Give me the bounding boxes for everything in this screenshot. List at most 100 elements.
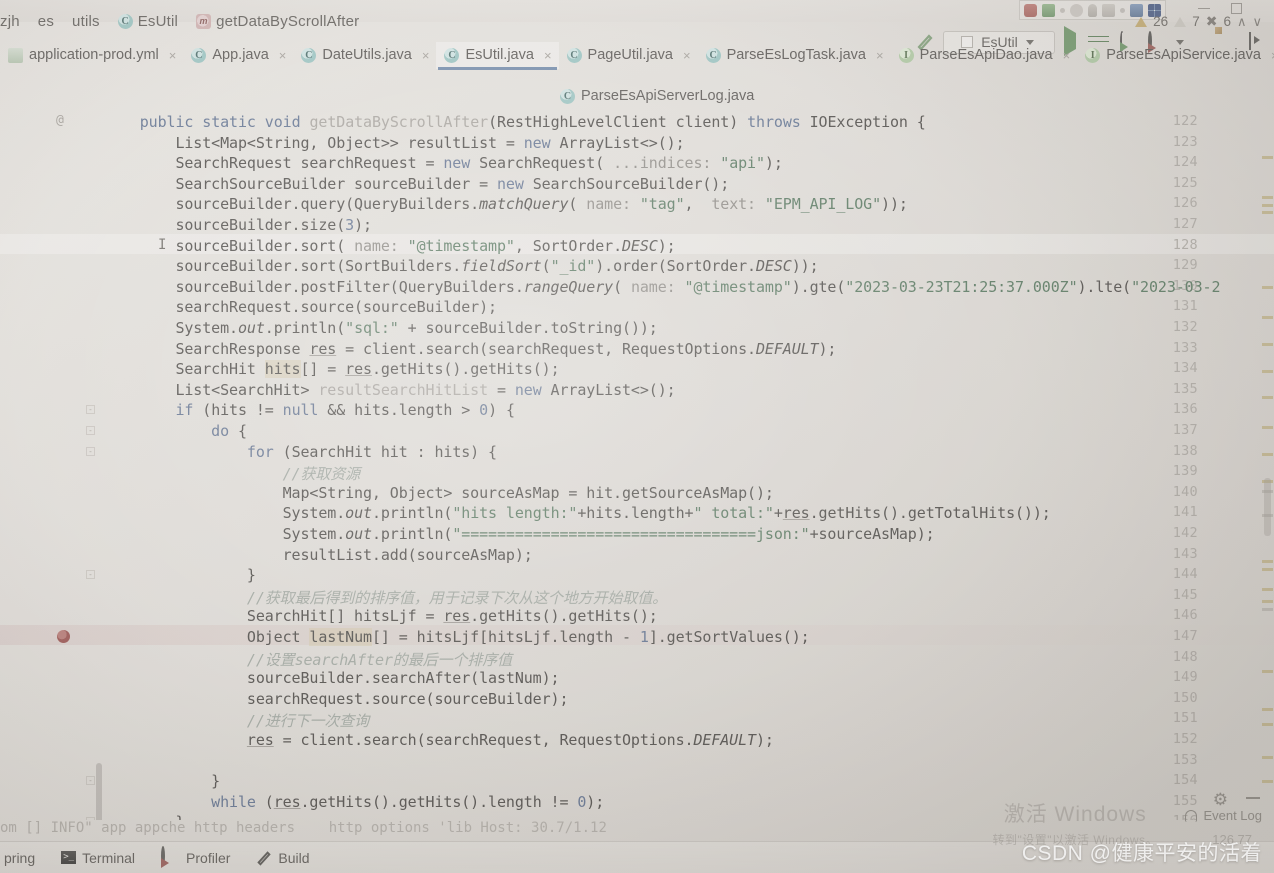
code-fold-toggle[interactable]: - (86, 405, 95, 415)
code-fold-toggle[interactable]: - (86, 570, 95, 580)
close-icon[interactable]: × (683, 48, 691, 63)
code-line[interactable]: sourceBuilder.searchAfter(lastNum); (104, 669, 560, 687)
code-editor[interactable]: 122 @ public static void getDataByScrollA… (0, 108, 1274, 820)
class-icon: C (301, 47, 317, 63)
tab-parseesapidao-java[interactable]: I ParseEsApiDao.java × (891, 42, 1078, 69)
previous-problem-button[interactable]: ∧ (1237, 14, 1247, 30)
tool-window-profiler[interactable]: Profiler (157, 846, 234, 867)
breadcrumb-item-es[interactable]: es (29, 13, 63, 30)
code-line[interactable]: System.out.println("====================… (104, 525, 935, 543)
code-line[interactable]: List<Map<String, Object>> resultList = n… (104, 134, 684, 152)
code-line[interactable]: //设置searchAfter的最后一个排序值 (104, 649, 512, 670)
code-line[interactable]: for (SearchHit hit : hits) { (104, 443, 497, 461)
code-line[interactable]: //进行下一次查询 (104, 710, 369, 731)
code-line[interactable]: sourceBuilder.postFilter(QueryBuilders.r… (104, 278, 1220, 296)
line-number: 155 (1172, 792, 1198, 809)
event-log-button[interactable]: Event Log (1185, 808, 1262, 823)
code-line[interactable]: resultList.add(sourceAsMap); (104, 546, 533, 564)
code-line[interactable]: do { (104, 422, 247, 440)
code-line[interactable]: Map<String, Object> sourceAsMap = hit.ge… (104, 484, 774, 502)
code-line[interactable]: SearchHit hits[] = res.getHits().getHits… (104, 360, 560, 379)
breadcrumb-item-zjh[interactable]: zjh (0, 13, 29, 30)
code-line[interactable]: } (104, 772, 220, 790)
code-line[interactable]: SearchSourceBuilder sourceBuilder = new … (104, 175, 729, 193)
build-hammer-icon (256, 850, 272, 866)
line-number: 135 (1172, 380, 1198, 397)
code-fold-toggle[interactable]: - (86, 776, 95, 786)
wechat-icon[interactable] (1024, 3, 1037, 17)
code-line[interactable]: System.out.println("hits length:"+hits.l… (104, 504, 1051, 522)
hide-panel-icon[interactable] (1246, 797, 1260, 799)
breadcrumb-item-getdatabyscrollafter[interactable]: m getDataByScrollAfter (187, 13, 368, 30)
next-problem-button[interactable]: ∨ (1252, 14, 1262, 30)
tab-app-java[interactable]: C App.java × (183, 42, 293, 69)
code-line[interactable]: public static void getDataByScrollAfter(… (104, 113, 926, 131)
class-icon: C (705, 47, 721, 63)
close-icon[interactable]: × (1063, 48, 1071, 63)
breadcrumb-label: zjh (0, 12, 20, 30)
line-number: 145 (1172, 586, 1198, 603)
tab-parseeslogtask-java[interactable]: C ParseEsLogTask.java × (698, 42, 891, 69)
code-fold-toggle[interactable]: - (86, 426, 95, 435)
tab-parseesapiservice-java[interactable]: I ParseEsApiService.java × (1077, 42, 1274, 69)
code-line[interactable]: List<SearchHit> resultSearchHitList = ne… (104, 381, 675, 399)
code-line[interactable]: //获取资源 (104, 463, 361, 484)
breadcrumb-item-esutil[interactable]: C EsUtil (109, 13, 187, 30)
calendar-icon[interactable] (1102, 3, 1115, 17)
code-fold-toggle[interactable]: - (86, 446, 95, 456)
close-icon[interactable]: × (544, 48, 552, 63)
code-line[interactable]: System.out.println("sql:" + sourceBuilde… (104, 319, 657, 337)
marker-scrollbar-thumb[interactable] (1264, 478, 1271, 536)
code-line[interactable]: //获取最后得到的排序值，用于记录下次从这个地方开始取值。 (104, 587, 667, 608)
window-minimize-button[interactable] (1198, 8, 1210, 9)
tab-pageutil-java[interactable]: C PageUtil.java × (559, 42, 698, 69)
code-line[interactable]: } (104, 813, 184, 820)
emoji-icon[interactable] (1070, 3, 1083, 17)
tab-dateutils-java[interactable]: C DateUtils.java × (293, 42, 436, 69)
code-line[interactable]: sourceBuilder.query(QueryBuilders.matchQ… (104, 195, 907, 213)
code-line[interactable]: sourceBuilder.sort(SortBuilders.fieldSor… (104, 257, 818, 275)
tool-window-label: Profiler (186, 849, 231, 866)
editor-marker-gutter[interactable] (1260, 108, 1274, 820)
inspection-widget[interactable]: 26 7 ✖ 6 ∧ ∨ (1135, 13, 1262, 30)
code-line[interactable]: searchRequest.source(sourceBuilder); (104, 690, 569, 708)
line-number: 133 (1172, 339, 1198, 356)
tab-application-prod-yml[interactable]: application-prod.yml × (0, 42, 183, 69)
breadcrumb-label: utils (72, 12, 100, 30)
tab-esutil-java[interactable]: C EsUtil.java × (436, 41, 559, 70)
code-line[interactable]: sourceBuilder.sort( name: "@timestamp", … (104, 237, 675, 255)
close-icon[interactable]: × (279, 48, 287, 63)
code-line[interactable]: res = client.search(searchRequest, Reque… (104, 731, 774, 749)
code-line[interactable]: sourceBuilder.size(3); (104, 216, 372, 234)
editor-vertical-scrollbar-thumb[interactable] (96, 763, 102, 820)
code-line[interactable]: SearchRequest searchRequest = new Search… (104, 154, 782, 172)
code-line[interactable]: } (104, 566, 256, 584)
code-line[interactable]: if (hits != null && hits.length > 0) { (104, 401, 515, 419)
line-number: 146 (1172, 607, 1198, 624)
line-number: 143 (1172, 545, 1198, 562)
code-line[interactable]: Object lastNum[] = hitsLjf[hitsLjf.lengt… (104, 628, 810, 646)
line-number: 137 (1172, 422, 1198, 438)
tool-window-label: Terminal (82, 849, 136, 866)
breakpoint-icon[interactable] (57, 630, 70, 643)
code-line[interactable]: while (res.getHits().getHits().length !=… (104, 793, 604, 811)
close-icon[interactable]: × (422, 48, 430, 63)
cloud-icon[interactable] (1120, 7, 1125, 13)
editor-gutter[interactable] (0, 108, 104, 820)
tab-parseesapiserverlog-java[interactable]: C ParseEsApiServerLog.java (560, 83, 761, 110)
tool-window-build[interactable]: Build (252, 850, 313, 866)
tab-label: application-prod.yml (29, 47, 159, 63)
line-number: 141 (1172, 504, 1198, 521)
mic-icon[interactable] (1088, 3, 1097, 17)
code-line[interactable]: SearchHit[] hitsLjf = res.getHits().getH… (104, 607, 658, 625)
gear-icon[interactable]: ⚙ (1213, 790, 1228, 810)
close-icon[interactable]: × (876, 48, 884, 63)
code-line[interactable]: SearchResponse res = client.search(searc… (104, 340, 836, 358)
gutter-annotation-icon[interactable]: @ (56, 113, 64, 128)
tool-window-terminal[interactable]: >_ Terminal (57, 850, 139, 866)
code-line[interactable]: searchRequest.source(sourceBuilder); (104, 298, 497, 316)
close-icon[interactable]: × (169, 48, 177, 63)
ime-icon[interactable] (1042, 3, 1055, 17)
breadcrumb-item-utils[interactable]: utils (63, 13, 109, 30)
tool-window-spring[interactable]: pring (0, 850, 39, 866)
